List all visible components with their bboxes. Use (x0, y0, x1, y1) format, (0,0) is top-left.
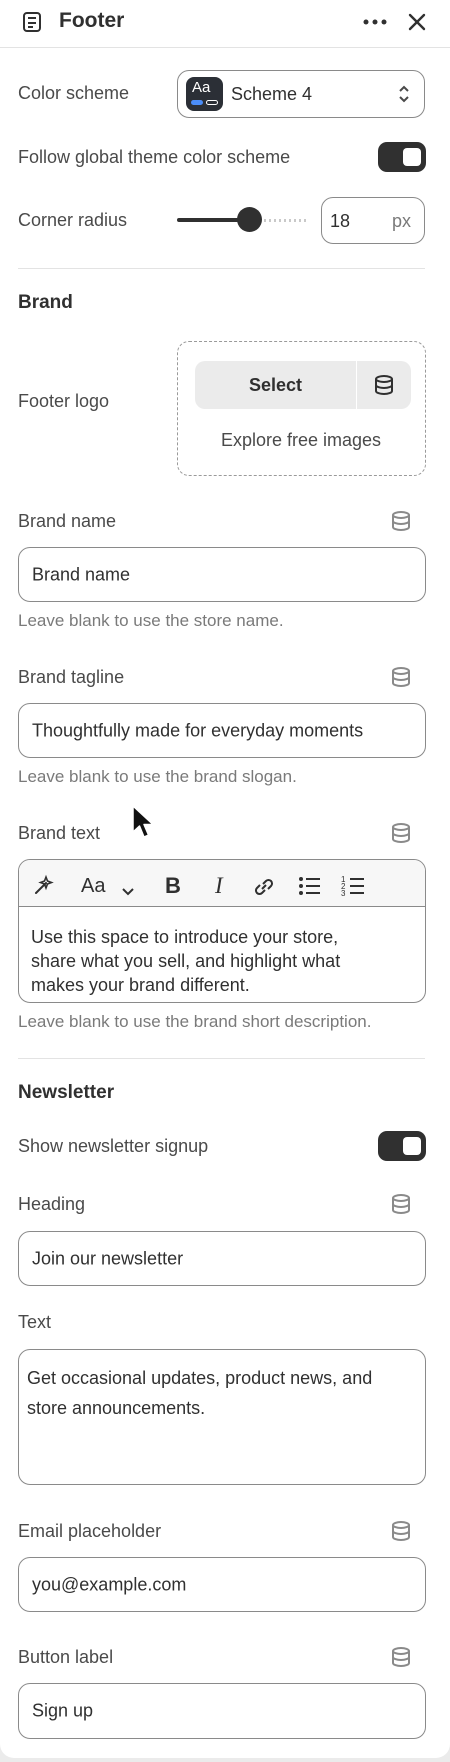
color-scheme-value: Scheme 4 (231, 84, 313, 104)
email-placeholder-label: Email placeholder (18, 1521, 162, 1541)
brand-tagline-value: Thoughtfully made for everyday moments (32, 720, 364, 740)
dynamic-source-icon[interactable] (389, 1192, 413, 1216)
corner-radius-label: Corner radius (18, 210, 128, 230)
brand-section-title: Brand (18, 292, 73, 313)
newsletter-text-area[interactable]: Get occasional updates, product news, an… (18, 1349, 426, 1485)
scheme-swatch: Aa (186, 77, 223, 111)
dynamic-source-icon[interactable] (389, 1645, 413, 1669)
corner-radius-value: 18 (330, 211, 351, 231)
footer-settings-panel: Footer Color scheme Aa Scheme 4 Follow g… (0, 0, 450, 1758)
slider-thumb[interactable] (237, 207, 262, 232)
brand-text-help: Leave blank to use the brand short descr… (18, 1012, 372, 1031)
button-label-input[interactable]: Sign up (18, 1683, 426, 1739)
corner-radius-slider[interactable] (177, 207, 308, 232)
email-placeholder-value: you@example.com (32, 1574, 187, 1594)
brand-text-content[interactable]: Use this space to introduce your store, … (31, 925, 340, 997)
close-icon[interactable] (405, 10, 429, 34)
select-chevrons-icon (399, 85, 409, 103)
dynamic-source-icon[interactable] (389, 665, 413, 689)
logo-select-group: Select (195, 361, 411, 409)
newsletter-section-title: Newsletter (18, 1082, 115, 1103)
svg-text:B: B (165, 873, 181, 898)
color-scheme-select[interactable]: Aa Scheme 4 (177, 70, 425, 118)
italic-icon[interactable]: I (210, 871, 232, 901)
brand-name-input[interactable]: Brand name (18, 547, 426, 602)
database-icon[interactable] (372, 373, 396, 397)
follow-global-label: Follow global theme color scheme (18, 147, 291, 167)
divider (18, 268, 425, 269)
panel-header: Footer (0, 0, 450, 48)
more-options-icon[interactable] (361, 13, 389, 31)
color-scheme-label: Color scheme (18, 83, 130, 103)
dynamic-source-icon[interactable] (389, 1519, 413, 1543)
button-label-value: Sign up (32, 1700, 94, 1721)
brand-text-label: Brand text (18, 823, 101, 843)
brand-name-help: Leave blank to use the store name. (18, 611, 284, 630)
follow-global-toggle[interactable] (378, 142, 426, 172)
brand-name-value: Brand name (32, 564, 131, 584)
divider (18, 1058, 425, 1059)
brand-tagline-label: Brand tagline (18, 667, 125, 687)
mouse-cursor-icon (132, 805, 154, 838)
show-newsletter-label: Show newsletter signup (18, 1136, 209, 1156)
heading-label: Heading (18, 1194, 86, 1214)
footer-logo-label: Footer logo (18, 391, 110, 411)
explore-free-images-link[interactable]: Explore free images (178, 430, 424, 451)
dynamic-source-icon[interactable] (389, 821, 413, 845)
footer-section-icon (23, 12, 41, 32)
numbered-list-icon[interactable]: 1 2 3 (340, 871, 368, 901)
heading-input[interactable]: Join our newsletter (18, 1231, 426, 1286)
panel-title: Footer (59, 9, 125, 32)
slider-track (264, 219, 308, 222)
logo-select-button[interactable]: Select (195, 361, 356, 409)
footer-logo-dropzone[interactable]: Select Explore free images (177, 341, 426, 476)
swatch-text: Aa (192, 79, 211, 96)
bullet-list-icon[interactable] (296, 871, 324, 901)
font-format-icon[interactable]: Aa (81, 875, 105, 898)
text-label: Text (18, 1312, 52, 1332)
email-placeholder-input[interactable]: you@example.com (18, 1557, 426, 1612)
newsletter-text-content: Get occasional updates, product news, an… (27, 1368, 373, 1418)
show-newsletter-toggle[interactable] (378, 1131, 426, 1161)
corner-radius-unit: px (392, 211, 412, 231)
brand-name-label: Brand name (18, 511, 117, 531)
svg-text:3: 3 (341, 889, 346, 898)
heading-value: Join our newsletter (32, 1248, 184, 1268)
chevron-down-icon[interactable] (120, 877, 136, 907)
magic-sparkle-icon[interactable] (30, 871, 58, 901)
svg-text:I: I (214, 873, 224, 898)
link-icon[interactable] (250, 871, 278, 901)
brand-tagline-input[interactable]: Thoughtfully made for everyday moments (18, 703, 426, 758)
dynamic-source-icon[interactable] (389, 509, 413, 533)
bold-icon[interactable]: B (161, 871, 185, 901)
corner-radius-input[interactable]: 18 px (321, 197, 425, 244)
button-label-label: Button label (18, 1647, 114, 1667)
brand-tagline-help: Leave blank to use the brand slogan. (18, 767, 297, 786)
